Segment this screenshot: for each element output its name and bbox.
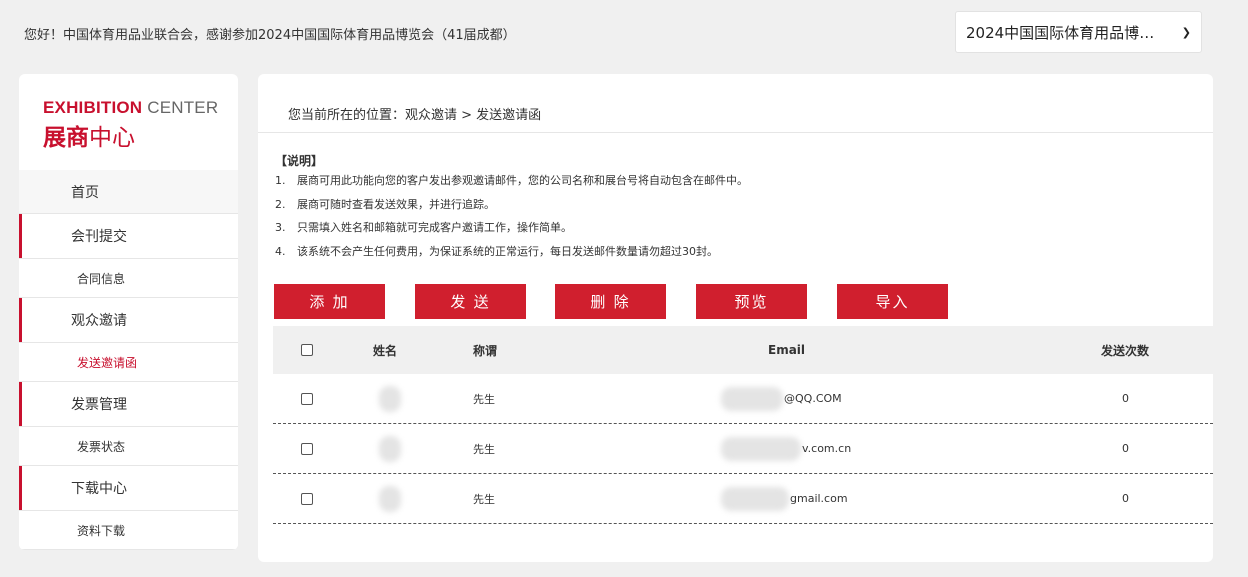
invitation-table: 姓名 称谓 Email 发送次数 先生 @QQ.COM 0 先生 v.com.c… — [273, 326, 1213, 524]
row-send-count: 0 — [1122, 492, 1129, 505]
logo: EXHIBITION CENTER 展商中心 — [19, 74, 238, 170]
row-title: 先生 — [473, 442, 495, 456]
instructions-title: 【说明】 — [275, 154, 324, 168]
sidebar-item-invoice-status[interactable]: 发票状态 — [19, 427, 238, 466]
instruction-number: 1. — [275, 174, 286, 187]
table-header: 姓名 称谓 Email 发送次数 — [273, 326, 1213, 374]
header-name: 姓名 — [373, 343, 398, 358]
breadcrumb: 您当前所在的位置：观众邀请 > 发送邀请函 — [288, 108, 542, 123]
instruction-number: 4. — [275, 244, 286, 258]
import-button[interactable]: 导入 — [837, 284, 948, 319]
expo-select-value: 2024中国国际体育用品博览… — [966, 23, 1166, 42]
add-button[interactable]: 添 加 — [274, 284, 385, 319]
row-title: 先生 — [473, 492, 495, 506]
sidebar-item-download-center[interactable]: 下载中心 — [19, 466, 238, 511]
main-panel: 您当前所在的位置：观众邀请 > 发送邀请函 【说明】 1. 展商可用此功能向您的客… — [258, 74, 1213, 562]
sidebar-item-material-download[interactable]: 资料下载 — [19, 511, 238, 550]
row-title: 先生 — [473, 392, 495, 406]
logo-line1-normal: CENTER — [142, 98, 219, 117]
logo-line2-bold: 展商 — [43, 125, 89, 151]
sidebar-item-send-invitation[interactable]: 发送邀请函 — [19, 343, 238, 382]
row-checkbox[interactable] — [301, 492, 313, 505]
row-email: gmail.com — [790, 492, 848, 505]
logo-line1-bold: EXHIBITION — [43, 98, 143, 117]
redacted-email — [721, 487, 789, 511]
instruction-text: 展商可用此功能向您的客户发出参观邀请邮件，您的公司名称和展台号将自动包含在邮件中… — [297, 174, 748, 187]
logo-line2-normal: 中心 — [89, 125, 135, 151]
row-email: v.com.cn — [802, 442, 852, 455]
row-send-count: 0 — [1122, 442, 1129, 455]
header-send-count: 发送次数 — [1101, 343, 1150, 358]
instruction-text: 该系统不会产生任何费用，为保证系统的正常运行，每日发送邮件数量请勿超过30封。 — [297, 244, 718, 258]
expo-select[interactable]: 2024中国国际体育用品博览… ❯ — [955, 11, 1202, 53]
instructions: 【说明】 1. 展商可用此功能向您的客户发出参观邀请邮件，您的公司名称和展台号将自… — [275, 154, 748, 263]
top-bar: 您好！中国体育用品业联合会，感谢参加2024中国国际体育用品博览会（41届成都）… — [0, 0, 1248, 64]
redacted-name — [379, 386, 401, 412]
sidebar-item-home[interactable]: 首页 — [19, 170, 238, 214]
instruction-text: 展商可随时查看发送效果，并进行追踪。 — [297, 197, 495, 211]
instruction-text: 只需填入姓名和邮箱就可完成客户邀请工作，操作简单。 — [297, 221, 572, 234]
header-email: Email — [768, 343, 806, 357]
send-button[interactable]: 发 送 — [415, 284, 526, 319]
header-title: 称谓 — [473, 343, 498, 358]
redacted-email — [721, 437, 801, 461]
table-row: 先生 gmail.com 0 — [273, 474, 1213, 524]
sidebar-item-visitor-invite[interactable]: 观众邀请 — [19, 298, 238, 343]
select-all-checkbox[interactable] — [301, 344, 313, 356]
sidebar-item-invoice-management[interactable]: 发票管理 — [19, 382, 238, 427]
delete-button[interactable]: 删 除 — [555, 284, 666, 319]
divider — [258, 132, 1213, 133]
redacted-name — [379, 436, 401, 462]
row-checkbox[interactable] — [301, 442, 313, 455]
sidebar: EXHIBITION CENTER 展商中心 首页 会刊提交 合同信息 观众邀请… — [19, 74, 238, 550]
redacted-email — [721, 387, 783, 411]
row-checkbox[interactable] — [301, 392, 313, 405]
table-row: 先生 @QQ.COM 0 — [273, 374, 1213, 424]
row-send-count: 0 — [1122, 392, 1129, 405]
greeting-text: 您好！中国体育用品业联合会，感谢参加2024中国国际体育用品博览会（41届成都） — [24, 28, 516, 43]
chevron-down-icon: ❯ — [1181, 25, 1191, 39]
table-row: 先生 v.com.cn 0 — [273, 424, 1213, 474]
instruction-number: 3. — [275, 221, 286, 234]
preview-button[interactable]: 预览 — [696, 284, 807, 319]
sidebar-item-contract-info[interactable]: 合同信息 — [19, 259, 238, 298]
sidebar-item-catalog-submit[interactable]: 会刊提交 — [19, 214, 238, 259]
redacted-name — [379, 486, 401, 512]
instruction-number: 2. — [275, 197, 286, 211]
row-email: @QQ.COM — [784, 392, 842, 405]
